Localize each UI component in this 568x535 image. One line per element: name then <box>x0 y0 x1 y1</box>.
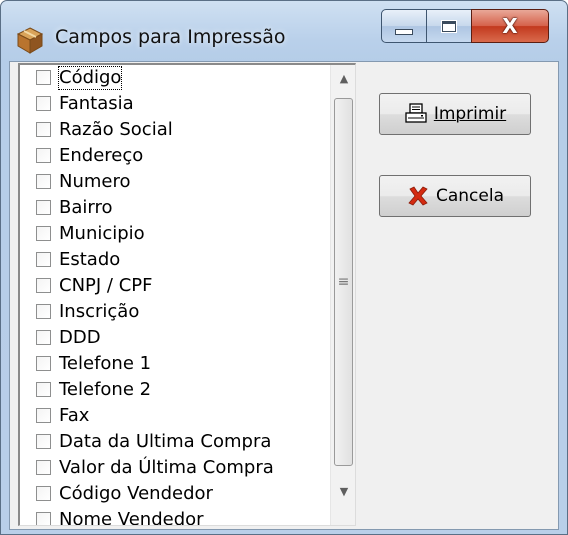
print-button-label: Imprimir <box>433 104 507 124</box>
checkbox[interactable] <box>36 486 51 501</box>
checklist-item-label: Fantasia <box>59 93 134 114</box>
checkbox[interactable] <box>36 434 51 449</box>
checklist-item-label: DDD <box>59 327 101 348</box>
checklist-item-label: Razão Social <box>59 119 173 140</box>
scroll-down-icon: ▼ <box>339 484 349 498</box>
checkbox[interactable] <box>36 200 51 215</box>
checklist-item-label: Valor da Última Compra <box>59 457 274 478</box>
fields-checklist[interactable]: Código Fantasia Razão Social Endereço Numero… <box>18 63 356 526</box>
checklist-item-label: Telefone 2 <box>59 379 152 400</box>
checklist-item[interactable]: Bairro <box>20 195 330 221</box>
cancel-button-label: Cancela <box>435 186 504 206</box>
checkbox[interactable] <box>36 382 51 397</box>
red-x-icon <box>406 184 430 208</box>
checkbox[interactable] <box>36 252 51 267</box>
checkbox[interactable] <box>36 512 51 525</box>
checkbox[interactable] <box>36 96 51 111</box>
checkbox[interactable] <box>36 304 51 319</box>
checklist-item-label: Telefone 1 <box>59 353 152 374</box>
checkbox[interactable] <box>36 226 51 241</box>
checklist-items: Código Fantasia Razão Social Endereço Numero… <box>20 65 330 526</box>
close-button[interactable]: X <box>471 9 549 43</box>
scroll-thumb[interactable]: ≡ <box>334 98 353 466</box>
checkbox[interactable] <box>36 122 51 137</box>
scroll-down-button[interactable]: ▼ <box>331 478 355 504</box>
minimize-icon <box>395 29 413 35</box>
checkbox[interactable] <box>36 70 51 85</box>
maximize-button[interactable] <box>426 9 472 43</box>
package-icon <box>15 25 45 55</box>
checklist-item[interactable]: CNPJ / CPF <box>20 273 330 299</box>
checkbox[interactable] <box>36 460 51 475</box>
checklist-item-label: Numero <box>59 171 131 192</box>
vertical-scrollbar[interactable]: ▲ ≡ ▼ <box>330 65 355 525</box>
checklist-item[interactable]: Inscrição <box>20 299 330 325</box>
checkbox[interactable] <box>36 278 51 293</box>
checkbox[interactable] <box>36 356 51 371</box>
maximize-icon <box>441 19 457 33</box>
scroll-up-button[interactable]: ▲ <box>331 65 355 91</box>
checklist-item-label: Data da Ultima Compra <box>59 431 272 452</box>
checklist-item[interactable]: Telefone 2 <box>20 377 330 403</box>
checklist-item-label: Bairro <box>59 197 113 218</box>
checklist-item-label: CNPJ / CPF <box>59 275 153 296</box>
checkbox[interactable] <box>36 148 51 163</box>
checklist-item-label: Código <box>57 66 123 90</box>
checklist-item[interactable]: Endereço <box>20 143 330 169</box>
checklist-item-label: Código Vendedor <box>59 483 213 504</box>
checklist-item-label: Endereço <box>59 145 144 166</box>
checklist-item[interactable]: Nome Vendedor <box>20 507 330 526</box>
checklist-item[interactable]: Código <box>20 65 330 91</box>
checklist-item-label: Inscrição <box>59 301 140 322</box>
checklist-item[interactable]: Fax <box>20 403 330 429</box>
checklist-item[interactable]: Municipio <box>20 221 330 247</box>
checklist-item-label: Nome Vendedor <box>59 509 204 526</box>
checklist-item[interactable]: Razão Social <box>20 117 330 143</box>
minimize-button[interactable] <box>381 9 427 43</box>
checklist-item-label: Municipio <box>59 223 145 244</box>
checklist-item[interactable]: Fantasia <box>20 91 330 117</box>
scroll-up-icon: ▲ <box>339 71 349 85</box>
checklist-item[interactable]: Data da Ultima Compra <box>20 429 330 455</box>
checkbox[interactable] <box>36 330 51 345</box>
checklist-item-label: Estado <box>59 249 121 270</box>
checklist-item[interactable]: Código Vendedor <box>20 481 330 507</box>
printer-icon <box>404 102 428 126</box>
window-title: Campos para Impressão <box>55 26 286 48</box>
print-button[interactable]: Imprimir <box>379 93 531 135</box>
checkbox[interactable] <box>36 408 51 423</box>
checklist-item[interactable]: DDD <box>20 325 330 351</box>
dialog-window: Campos para Impressão X Código Fantasia Ra… <box>0 0 568 535</box>
checklist-item[interactable]: Estado <box>20 247 330 273</box>
checklist-item[interactable]: Valor da Última Compra <box>20 455 330 481</box>
checkbox[interactable] <box>36 174 51 189</box>
cancel-button[interactable]: Cancela <box>379 175 531 217</box>
checklist-item[interactable]: Numero <box>20 169 330 195</box>
grip-icon: ≡ <box>337 274 350 290</box>
title-bar[interactable]: Campos para Impressão X <box>1 1 567 61</box>
checklist-item-label: Fax <box>59 405 90 426</box>
checklist-item[interactable]: Telefone 1 <box>20 351 330 377</box>
close-icon: X <box>502 14 518 38</box>
